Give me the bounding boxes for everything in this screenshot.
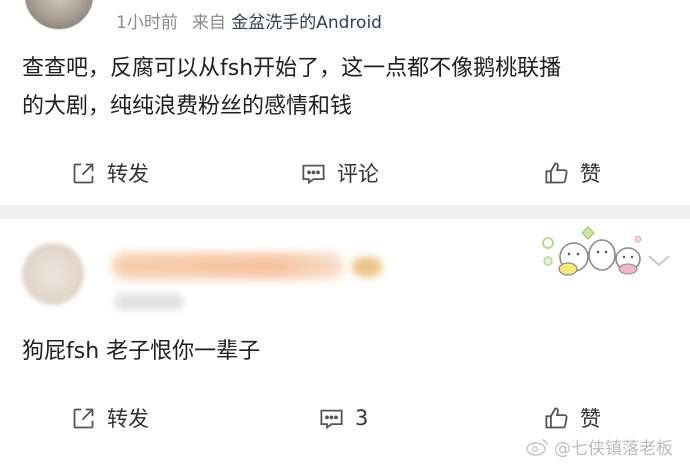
comment-text: 狗屁fsh 老子恨你一辈子	[22, 339, 261, 364]
comment-icon	[302, 164, 325, 184]
commenter-avatar[interactable]	[22, 243, 84, 305]
watermark-text: @七侠镇落老板	[554, 439, 673, 459]
post-content-line-2: 的大剧，纯纯浪费粉丝的感情和钱	[22, 94, 353, 119]
repost-button[interactable]: 转发	[70, 148, 149, 198]
decorative-sticker-icon	[542, 226, 642, 276]
post-meta: 1小时前 来自 金盆洗手的Android	[116, 8, 382, 33]
comment-count: 3	[355, 406, 369, 430]
comment-reply-button[interactable]: 3	[318, 393, 368, 443]
post-time: 1小时前	[116, 13, 178, 33]
weibo-post: 1小时前 来自 金盆洗手的Android 查查吧，反腐可以从fsh开始了，这一点都…	[0, 0, 690, 205]
comment-repost-button[interactable]: 转发	[70, 393, 149, 443]
repost-label: 转发	[107, 162, 149, 186]
comment-item: 狗屁fsh 老子恨你一辈子 转发 3 赞	[0, 219, 690, 465]
like-label: 赞	[580, 162, 601, 186]
like-button[interactable]: 赞	[543, 148, 601, 198]
chevron-down-icon[interactable]	[646, 251, 672, 271]
post-content-line-1: 查查吧，反腐可以从fsh开始了，这一点都不像鹅桃联播	[22, 56, 562, 81]
share-icon	[73, 408, 94, 428]
commenter-badge-blurred	[352, 257, 382, 277]
comment-repost-label: 转发	[107, 407, 149, 431]
weibo-watermark: @七侠镇落老板	[526, 434, 673, 459]
comment-like-label: 赞	[580, 407, 601, 431]
comment-label: 评论	[337, 162, 379, 186]
share-icon	[73, 163, 94, 183]
source-prefix: 来自	[191, 13, 226, 33]
comment-icon	[320, 409, 343, 429]
commenter-name-blurred[interactable]	[112, 253, 344, 279]
author-avatar[interactable]	[24, 0, 94, 30]
comment-time-blurred	[114, 294, 184, 310]
weibo-logo-icon	[526, 438, 548, 456]
source-device[interactable]: 金盆洗手的Android	[231, 13, 382, 33]
section-divider	[0, 205, 690, 219]
thumbs-up-icon	[545, 161, 568, 183]
post-action-bar: 转发 评论 赞	[0, 148, 690, 198]
thumbs-up-icon	[545, 406, 568, 428]
comment-button[interactable]: 评论	[300, 148, 379, 198]
